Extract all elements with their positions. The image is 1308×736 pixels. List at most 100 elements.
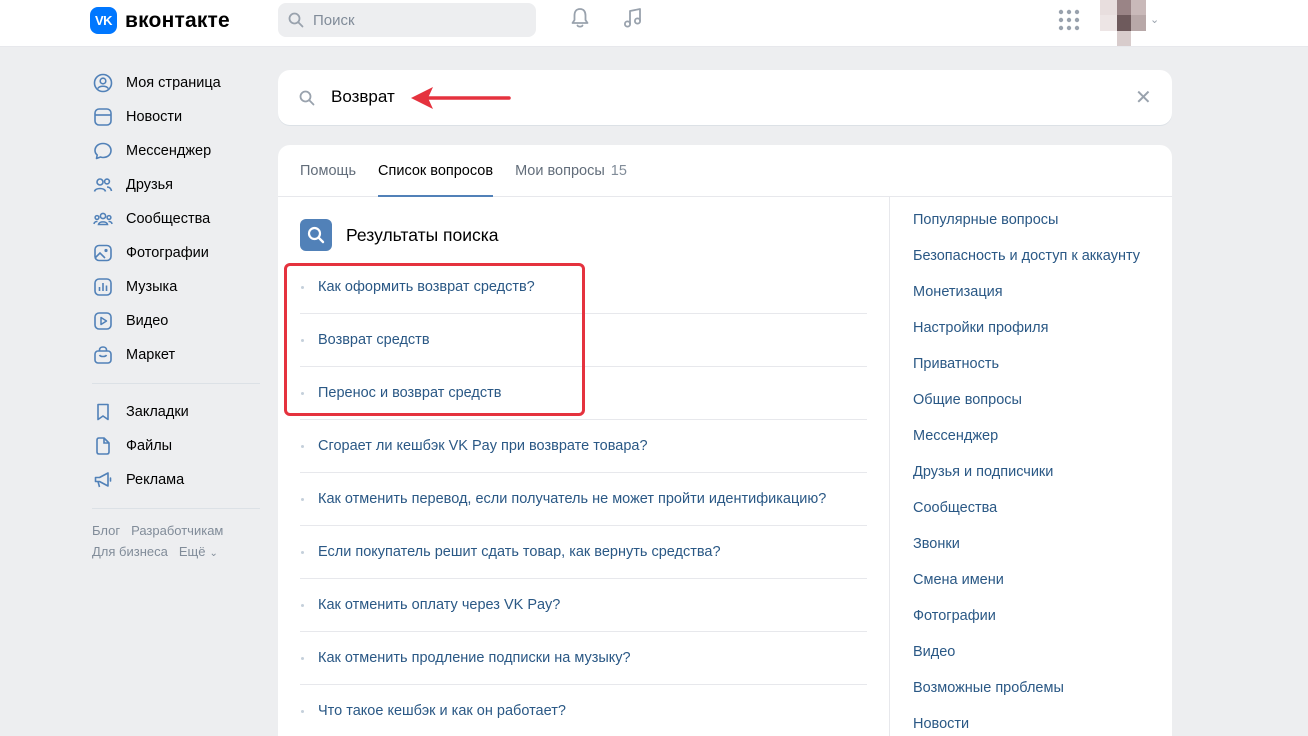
search-icon (299, 90, 315, 106)
photo-icon (92, 242, 114, 264)
news-icon (92, 106, 114, 128)
sidebar-item-label: Видео (126, 313, 169, 329)
list-item[interactable]: Перенос и возврат средств (300, 367, 867, 420)
search-icon (300, 219, 332, 251)
sidebar-item-label: Файлы (126, 438, 173, 454)
category-link[interactable]: Новости (913, 701, 1140, 736)
question-link: Как оформить возврат средств? (318, 279, 535, 295)
video-icon (92, 310, 114, 332)
music-icon (92, 276, 114, 298)
sidebar-item-files[interactable]: Файлы (90, 429, 260, 463)
sidebar-item-bookmarks[interactable]: Закладки (90, 395, 260, 429)
tab-label: Помощь (300, 163, 357, 179)
category-link[interactable]: Возможные проблемы (913, 665, 1140, 701)
list-item[interactable]: Как отменить перевод, если получатель не… (300, 473, 867, 526)
results-list: Как оформить возврат средств? Возврат ср… (300, 261, 867, 736)
communities-icon (92, 208, 114, 230)
question-link: Что такое кешбэк и как он работает? (318, 703, 566, 719)
bullet-icon (301, 709, 304, 713)
sidebar-item-label: Закладки (126, 404, 189, 420)
category-link[interactable]: Настройки профиля (913, 305, 1140, 341)
results-header: Результаты поиска (300, 219, 499, 251)
list-item[interactable]: Возврат средств (300, 314, 867, 367)
category-link[interactable]: Видео (913, 629, 1140, 665)
vk-logo-text: вконтакте (125, 8, 230, 32)
sidebar-item-my-page[interactable]: Моя страница (90, 66, 260, 100)
left-sidebar: Моя страница Новости Мессенджер Друзья С… (90, 66, 260, 564)
vk-logo[interactable]: VK вконтакте (90, 7, 230, 34)
tab-my-questions[interactable]: Мои вопросы 15 (515, 145, 627, 196)
category-link[interactable]: Сообщества (913, 485, 1140, 521)
sidebar-item-news[interactable]: Новости (90, 100, 260, 134)
category-link[interactable]: Общие вопросы (913, 377, 1140, 413)
chevron-down-icon: ⌄ (209, 548, 218, 559)
sidebar-item-music[interactable]: Музыка (90, 270, 260, 304)
list-item[interactable]: Что такое кешбэк и как он работает? (300, 685, 867, 736)
question-link: Как отменить оплату через VK Pay? (318, 597, 561, 613)
category-link[interactable]: Звонки (913, 521, 1140, 557)
tab-label: Список вопросов (378, 163, 494, 179)
question-link: Как отменить продление подписки на музык… (318, 650, 631, 666)
category-link[interactable]: Фотографии (913, 593, 1140, 629)
category-link[interactable]: Популярные вопросы (913, 197, 1140, 233)
sidebar-item-market[interactable]: Маркет (90, 338, 260, 372)
category-link[interactable]: Смена имени (913, 557, 1140, 593)
help-content-card: Помощь Список вопросов Мои вопросы 15 Рез… (278, 145, 1172, 736)
apps-grid-icon[interactable] (1058, 9, 1080, 31)
sidebar-item-friends[interactable]: Друзья (90, 168, 260, 202)
footer-link-more[interactable]: Ещё ⌄ (179, 544, 218, 559)
bell-icon[interactable] (567, 5, 593, 31)
sidebar-item-label: Маркет (126, 347, 176, 363)
list-item[interactable]: Как оформить возврат средств? (300, 261, 867, 314)
sidebar-item-communities[interactable]: Сообщества (90, 202, 260, 236)
header-search-input[interactable]: Поиск (278, 3, 536, 37)
question-link: Возврат средств (318, 332, 430, 348)
footer-link-developers[interactable]: Разработчикам (131, 523, 223, 538)
bullet-icon (301, 338, 304, 342)
tab-label: Мои вопросы (515, 163, 605, 179)
chevron-down-icon[interactable]: ⌄ (1150, 13, 1159, 26)
search-query-value: Возврат (331, 87, 395, 106)
question-link: Перенос и возврат средств (318, 385, 502, 401)
megaphone-icon (92, 469, 114, 491)
question-link: Сгорает ли кешбэк VK Pay при возврате то… (318, 438, 648, 454)
search-icon (288, 12, 304, 28)
message-icon (92, 140, 114, 162)
music-icon[interactable] (620, 5, 646, 31)
tab-help[interactable]: Помощь (300, 145, 356, 196)
tab-questions-list[interactable]: Список вопросов (378, 145, 494, 197)
sidebar-item-label: Музыка (126, 279, 178, 295)
friends-icon (92, 174, 114, 196)
bullet-icon (301, 656, 304, 660)
list-item[interactable]: Как отменить продление подписки на музык… (300, 632, 867, 685)
close-icon[interactable]: ✕ (1135, 85, 1152, 110)
search-results-panel: Результаты поиска Как оформить возврат с… (278, 197, 890, 736)
list-item[interactable]: Как отменить оплату через VK Pay? (300, 579, 867, 632)
header-search-placeholder: Поиск (313, 11, 355, 29)
sidebar-divider (92, 508, 260, 509)
bullet-icon (301, 391, 304, 395)
sidebar-item-label: Сообщества (126, 211, 211, 227)
footer-link-business[interactable]: Для бизнеса (92, 544, 168, 559)
category-link[interactable]: Мессенджер (913, 413, 1140, 449)
tab-count-badge: 15 (610, 163, 627, 179)
list-item[interactable]: Если покупатель решит сдать товар, как в… (300, 526, 867, 579)
category-link[interactable]: Монетизация (913, 269, 1140, 305)
category-link[interactable]: Друзья и подписчики (913, 449, 1140, 485)
sidebar-item-ads[interactable]: Реклама (90, 463, 260, 497)
sidebar-item-label: Моя страница (126, 75, 221, 91)
sidebar-item-label: Друзья (126, 177, 174, 193)
vk-logo-mark: VK (90, 7, 117, 34)
footer-link-blog[interactable]: Блог (92, 523, 120, 538)
bullet-icon (301, 550, 304, 554)
question-link: Как отменить перевод, если получатель не… (318, 491, 827, 507)
bullet-icon (301, 444, 304, 448)
avatar[interactable] (1100, 0, 1146, 46)
category-link[interactable]: Безопасность и доступ к аккаунту (913, 233, 1140, 269)
help-tabs: Помощь Список вопросов Мои вопросы 15 (278, 145, 1172, 197)
sidebar-item-messenger[interactable]: Мессенджер (90, 134, 260, 168)
sidebar-item-photos[interactable]: Фотографии (90, 236, 260, 270)
category-link[interactable]: Приватность (913, 341, 1140, 377)
sidebar-item-video[interactable]: Видео (90, 304, 260, 338)
list-item[interactable]: Сгорает ли кешбэк VK Pay при возврате то… (300, 420, 867, 473)
